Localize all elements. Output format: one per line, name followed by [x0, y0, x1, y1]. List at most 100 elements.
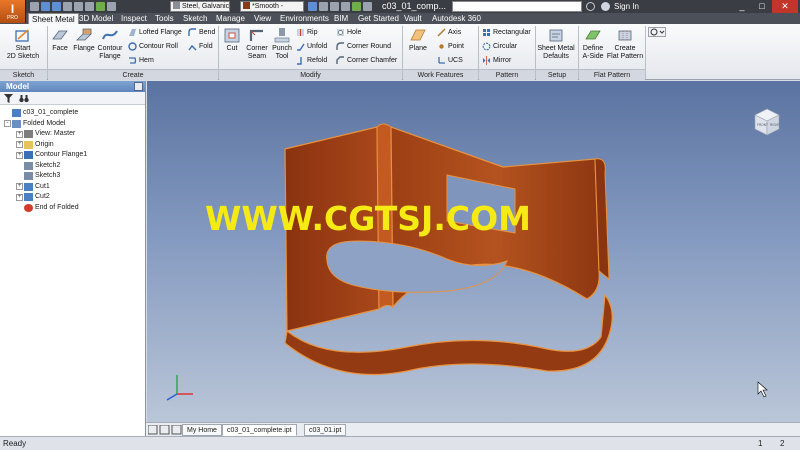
tab-inspect[interactable]: Inspect	[118, 13, 150, 24]
ribbon-options-button[interactable]	[648, 27, 666, 37]
create-flat-label-1: Create	[614, 45, 636, 52]
circular-pattern-button[interactable]: Circular	[482, 42, 517, 51]
browser-header[interactable]: Model	[0, 81, 145, 92]
point-button[interactable]: Point	[437, 42, 464, 51]
unfold-button[interactable]: Unfold	[296, 42, 327, 51]
tree-item[interactable]: + Contour Flange1	[0, 150, 145, 161]
measure-icon[interactable]	[341, 2, 350, 11]
rectangular-pattern-button[interactable]: Rectangular	[482, 28, 531, 37]
tab-3d-model[interactable]: 3D Model	[76, 13, 116, 24]
corner-seam-button[interactable]: Corner Seam	[244, 27, 270, 61]
circular-pattern-icon	[482, 42, 491, 51]
viewcube-icon[interactable]: FRONT RIGHT	[751, 105, 783, 137]
tree-item[interactable]: + Cut1	[0, 182, 145, 193]
ucs-icon	[438, 57, 445, 64]
search-icon[interactable]	[586, 2, 595, 11]
binoculars-icon[interactable]	[19, 94, 29, 103]
tab-environments[interactable]: Environments	[277, 13, 332, 24]
expand-icon[interactable]: +	[16, 141, 23, 149]
clear-override-icon[interactable]	[319, 2, 328, 11]
update-icon[interactable]	[96, 2, 105, 11]
rip-button[interactable]: Rip	[296, 28, 318, 37]
ribbon-tab-bar: Sheet Metal 3D Model Inspect Tools Sketc…	[0, 13, 800, 25]
hem-button[interactable]: Hem	[128, 56, 154, 65]
hole-button[interactable]: Hole	[336, 28, 361, 37]
contour-label-2: Flange	[99, 53, 121, 60]
tree-item[interactable]: - Folded Model	[0, 119, 145, 130]
doc-tab-c03-01[interactable]: c03_01.ipt	[304, 424, 347, 436]
home-icon[interactable]	[85, 2, 94, 11]
refold-button[interactable]: Refold	[296, 56, 327, 65]
flange-button[interactable]: Flange	[72, 27, 96, 53]
material-dropdown[interactable]: Steel, Galvanic	[170, 1, 230, 12]
tree-item[interactable]: + View: Master	[0, 129, 145, 140]
tab-tools[interactable]: Tools	[152, 13, 177, 24]
tree-item[interactable]: Sketch3	[0, 171, 145, 182]
minimize-button[interactable]: _	[732, 0, 752, 13]
tree-item[interactable]: Sketch2	[0, 161, 145, 172]
bend-button[interactable]: Bend	[188, 28, 215, 37]
doc-tab-my-home[interactable]: My Home	[182, 424, 222, 436]
status-count-1: 1	[758, 439, 763, 448]
customize-icon[interactable]	[363, 2, 372, 11]
help-search-input[interactable]	[452, 1, 582, 12]
plus-icon[interactable]	[352, 2, 361, 11]
open-icon[interactable]	[41, 2, 50, 11]
maximize-button[interactable]: □	[752, 0, 772, 13]
redo-icon[interactable]	[74, 2, 83, 11]
user-icon	[601, 2, 610, 11]
axis-button[interactable]: Axis	[437, 28, 461, 37]
fold-button[interactable]: Fold	[188, 42, 213, 51]
filter-icon[interactable]	[4, 93, 13, 103]
tile-windows-icon[interactable]	[148, 425, 182, 435]
expand-icon[interactable]: +	[16, 130, 23, 138]
application-menu-button[interactable]: I PRO	[0, 0, 26, 23]
punch-tool-button[interactable]: Punch Tool	[270, 27, 294, 61]
tab-autodesk-360[interactable]: Autodesk 360	[429, 13, 484, 24]
collapse-icon[interactable]: -	[4, 120, 11, 128]
tree-item[interactable]: + Cut2	[0, 192, 145, 203]
tree-item[interactable]: + Origin	[0, 140, 145, 151]
new-icon[interactable]	[30, 2, 39, 11]
sheet-metal-defaults-button[interactable]: Sheet Metal Defaults	[537, 27, 575, 61]
browser-menu-button[interactable]	[134, 82, 143, 91]
face-button[interactable]: Face	[50, 27, 70, 53]
save-icon[interactable]	[52, 2, 61, 11]
corner-round-button[interactable]: Corner Round	[336, 42, 391, 51]
ucs-button[interactable]: UCS	[437, 56, 463, 65]
sign-in-link[interactable]: Sign In	[614, 1, 639, 12]
cut-label: Cut	[226, 45, 238, 52]
tab-sketch[interactable]: Sketch	[180, 13, 210, 24]
tab-view[interactable]: View	[251, 13, 274, 24]
select-icon[interactable]	[107, 2, 116, 11]
defaults-label-1: Sheet Metal	[537, 45, 575, 52]
contour-roll-button[interactable]: Contour Roll	[128, 42, 178, 51]
undo-icon[interactable]	[63, 2, 72, 11]
mirror-button[interactable]: Mirror	[482, 56, 511, 65]
appearance-dropdown[interactable]: *Smooth -	[240, 1, 304, 12]
parameters-icon[interactable]	[330, 2, 339, 11]
mouse-cursor-icon	[757, 381, 768, 398]
corner-chamfer-button[interactable]: Corner Chamfer	[336, 56, 397, 65]
sheet-metal-part[interactable]	[147, 81, 800, 422]
close-button[interactable]: ✕	[772, 0, 798, 13]
graphics-window[interactable]: WWW.CGTSJ.COM FRONT RIGHT	[147, 81, 800, 422]
tab-vault[interactable]: Vault	[401, 13, 425, 24]
contour-flange-button[interactable]: Contour Flange	[96, 27, 124, 61]
start-2d-sketch-button[interactable]: Start 2D Sketch	[4, 27, 42, 61]
tab-bim[interactable]: BIM	[331, 13, 351, 24]
expand-icon[interactable]: +	[16, 193, 23, 201]
tab-manage[interactable]: Manage	[213, 13, 248, 24]
expand-icon[interactable]: +	[16, 183, 23, 191]
lofted-flange-button[interactable]: Lofted Flange	[128, 28, 182, 37]
cut-button[interactable]: Cut	[222, 27, 242, 53]
tab-get-started[interactable]: Get Started	[355, 13, 402, 24]
doc-tab-c03-01-complete[interactable]: c03_01_complete.ipt	[222, 424, 297, 436]
expand-icon[interactable]: +	[16, 151, 23, 159]
adjust-icon[interactable]	[308, 2, 317, 11]
tree-item[interactable]: c03_01_complete	[0, 108, 145, 119]
plane-button[interactable]: Plane	[405, 27, 431, 53]
define-a-side-button[interactable]: Define A-Side	[580, 27, 606, 61]
tree-item[interactable]: End of Folded	[0, 203, 145, 214]
create-flat-pattern-button[interactable]: Create Flat Pattern	[606, 27, 644, 61]
